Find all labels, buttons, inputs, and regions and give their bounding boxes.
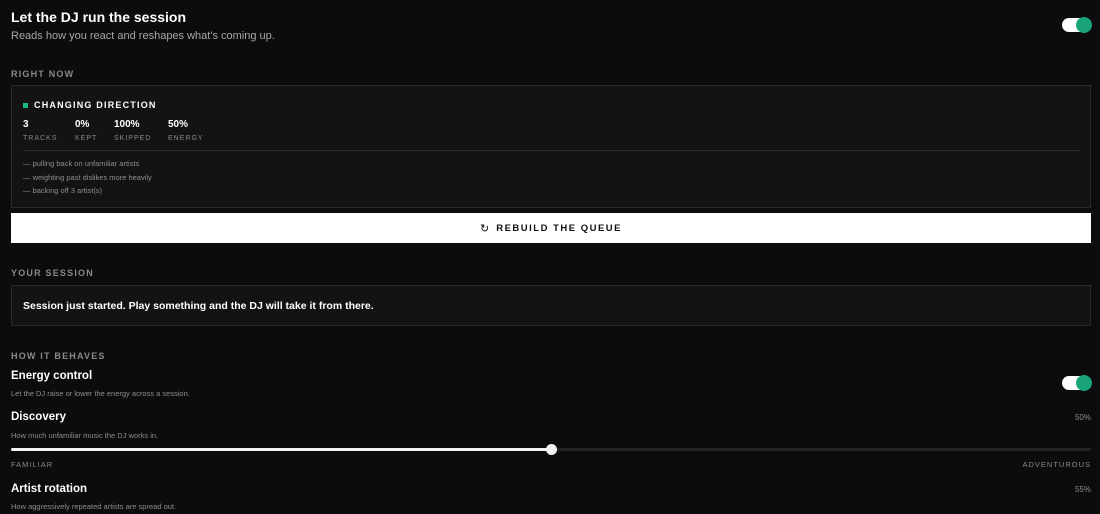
stat-label: TRACKS — [23, 135, 58, 142]
session-card: Session just started. Play something and… — [11, 285, 1091, 326]
adjustment-notes: — pulling back on unfamiliar artists — w… — [23, 157, 152, 198]
discovery-title: Discovery — [11, 411, 66, 423]
note-item: — weighting past dislikes more heavily — [23, 172, 152, 182]
stat-value: 50% — [168, 119, 189, 130]
state-row: CHANGING DIRECTION — [23, 100, 157, 110]
toggle-knob — [1076, 17, 1092, 33]
stat-label: SKIPPED — [114, 135, 152, 142]
artist-rotation-title: Artist rotation — [11, 483, 88, 495]
header: Let the DJ run the session Reads how you… — [11, 9, 275, 42]
rebuild-queue-label: REBUILD THE QUEUE — [496, 222, 622, 234]
stat-tracks: 3 TRACKS — [23, 119, 57, 142]
slider-thumb[interactable] — [546, 444, 557, 455]
dj-session-toggle[interactable] — [1062, 17, 1092, 33]
status-card: CHANGING DIRECTION 3 TRACKS 0% KEPT 100%… — [11, 85, 1091, 208]
page-title: Let the DJ run the session — [11, 9, 187, 25]
slider-max-label: ADVENTUROUS — [1022, 460, 1091, 469]
stat-kept: 0% KEPT — [75, 119, 97, 142]
note-item: — backing off 3 artist(s) — [23, 186, 103, 195]
status-dot-icon — [23, 102, 28, 108]
energy-control-toggle[interactable] — [1062, 375, 1092, 391]
stat-value: 100% — [114, 119, 140, 130]
artist-rotation-description: How aggressively repeated artists are sp… — [11, 502, 177, 511]
state-label: CHANGING DIRECTION — [34, 100, 157, 110]
stat-energy: 50% ENERGY — [168, 119, 204, 142]
energy-control-description: Let the DJ raise or lower the energy acr… — [11, 389, 190, 398]
page-subtitle: Reads how you react and reshapes what's … — [11, 30, 275, 42]
toggle-knob — [1076, 375, 1092, 391]
discovery-slider[interactable] — [11, 444, 1091, 455]
stat-value: 3 — [23, 119, 29, 130]
stat-value: 0% — [75, 119, 90, 130]
section-label-your-session: YOUR SESSION — [11, 268, 94, 278]
stat-label: ENERGY — [168, 135, 204, 142]
stat-skipped: 100% SKIPPED — [114, 119, 151, 142]
slider-min-label: FAMILIAR — [11, 460, 54, 469]
stat-label: KEPT — [75, 135, 98, 142]
artist-rotation-value: 55% — [1074, 485, 1091, 494]
discovery-value: 50% — [1074, 413, 1091, 422]
energy-control-title: Energy control — [11, 370, 93, 382]
divider — [23, 150, 1079, 151]
discovery-description: How much unfamiliar music the DJ works i… — [11, 431, 159, 440]
note-item: — pulling back on unfamiliar artists — [23, 159, 140, 168]
rebuild-queue-button[interactable]: ↻ REBUILD THE QUEUE — [11, 213, 1091, 243]
session-message: Session just started. Play something and… — [23, 300, 374, 312]
refresh-icon: ↻ — [479, 222, 490, 235]
section-label-right-now: RIGHT NOW — [11, 69, 75, 79]
section-label-how-it-behaves: HOW IT BEHAVES — [11, 351, 106, 361]
slider-fill — [11, 448, 551, 451]
